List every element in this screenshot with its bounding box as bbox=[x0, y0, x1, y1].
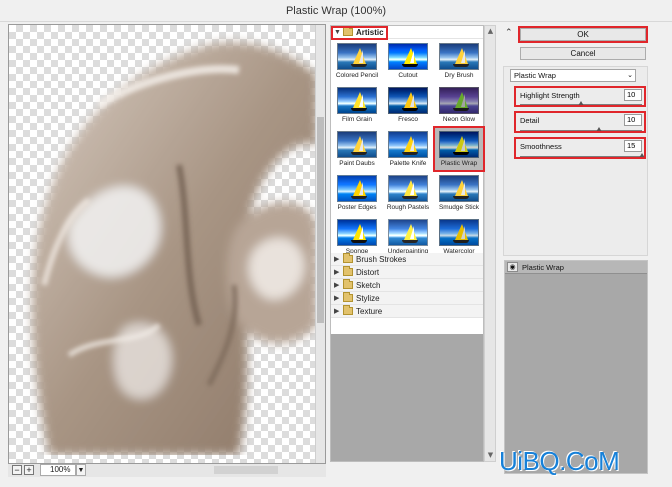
highlight-param-box bbox=[514, 137, 646, 159]
effect-layer-name: Plastic Wrap bbox=[522, 263, 564, 272]
window-title: Plastic Wrap (100%) bbox=[0, 0, 672, 22]
filter-gallery: ▼ Artistic Colored Pencil Cutout Dry Bru… bbox=[330, 25, 484, 462]
filter-thumb[interactable]: Film Grain bbox=[332, 84, 382, 128]
folder-icon bbox=[343, 292, 353, 302]
category-texture[interactable]: ▶ Texture bbox=[331, 305, 483, 318]
effect-layers-panel: ◉ Plastic Wrap bbox=[504, 260, 648, 474]
category-label: Texture bbox=[356, 306, 383, 316]
filter-preview-thumbnail bbox=[439, 43, 479, 70]
filter-preview-thumbnail bbox=[388, 43, 428, 70]
preview-status-bar: − + 100% ▼ bbox=[8, 464, 326, 477]
gallery-scrollbar[interactable]: ▲ ▼ bbox=[484, 25, 496, 462]
filter-thumb-label: Paint Daubs bbox=[339, 160, 375, 167]
preview-canvas[interactable] bbox=[8, 24, 326, 464]
filter-thumb[interactable]: Smudge Stick bbox=[434, 172, 483, 216]
folder-icon bbox=[343, 305, 353, 315]
filter-thumb[interactable]: Paint Daubs bbox=[332, 128, 382, 172]
highlight-param-box bbox=[514, 111, 646, 133]
highlight-param-box bbox=[514, 86, 646, 107]
folder-icon bbox=[343, 266, 353, 276]
chevron-right-icon: ▶ bbox=[334, 282, 340, 289]
preview-scroll-thumb[interactable] bbox=[317, 117, 324, 323]
filter-preview-thumbnail bbox=[388, 131, 428, 158]
filter-thumb-label: Poster Edges bbox=[337, 204, 377, 211]
filter-preview-thumbnail bbox=[388, 87, 428, 114]
filter-thumb-label: Smudge Stick bbox=[438, 204, 480, 211]
chevron-right-icon: ▶ bbox=[334, 269, 340, 276]
chevron-right-icon: ▶ bbox=[334, 256, 340, 263]
filter-thumb-label: Rough Pastels bbox=[386, 204, 430, 211]
watermark-logo: UiBQ.CoM bbox=[499, 446, 620, 476]
highlight-ok bbox=[518, 26, 648, 43]
filter-thumb[interactable]: Rough Pastels bbox=[383, 172, 433, 216]
filter-preview-thumbnail bbox=[388, 219, 428, 246]
chevron-down-icon: ⌄ bbox=[627, 72, 633, 79]
filter-thumb-label: Palette Knife bbox=[389, 160, 427, 167]
filter-thumb-label: Neon Glow bbox=[442, 116, 476, 123]
highlight-plastic-wrap bbox=[433, 126, 485, 172]
filter-thumb[interactable]: Cutout bbox=[383, 40, 433, 84]
filter-thumb-label: Dry Brush bbox=[444, 72, 474, 79]
filter-preview-thumbnail bbox=[337, 175, 377, 202]
category-stylize[interactable]: ▶ Stylize bbox=[331, 292, 483, 305]
eye-icon[interactable]: ◉ bbox=[507, 262, 518, 272]
scroll-up-icon[interactable]: ▲ bbox=[486, 27, 495, 36]
zoom-in-button[interactable]: + bbox=[24, 465, 34, 475]
highlight-artistic bbox=[331, 26, 388, 40]
category-label: Distort bbox=[356, 267, 380, 277]
filter-preview-thumbnail bbox=[439, 219, 479, 246]
chevron-down-icon[interactable]: ▼ bbox=[76, 464, 86, 476]
folder-icon bbox=[343, 253, 353, 263]
scroll-down-icon[interactable]: ▼ bbox=[486, 451, 495, 460]
filter-select-value: Plastic Wrap bbox=[514, 71, 556, 80]
preview-image bbox=[32, 42, 317, 455]
preview-horizontal-scroll-thumb[interactable] bbox=[214, 466, 278, 474]
filter-thumb[interactable]: Neon Glow bbox=[434, 84, 483, 128]
filter-thumb[interactable]: Colored Pencil bbox=[332, 40, 382, 84]
category-sketch[interactable]: ▶ Sketch bbox=[331, 279, 483, 292]
zoom-out-button[interactable]: − bbox=[12, 465, 22, 475]
category-label: Stylize bbox=[356, 293, 380, 303]
category-distort[interactable]: ▶ Distort bbox=[331, 266, 483, 279]
filter-thumb[interactable]: Palette Knife bbox=[383, 128, 433, 172]
filter-preview-thumbnail bbox=[439, 175, 479, 202]
filter-thumb-label: Film Grain bbox=[342, 116, 372, 123]
filter-preview-thumbnail bbox=[337, 43, 377, 70]
chevron-right-icon: ▶ bbox=[334, 295, 340, 302]
filter-thumb-label: Fresco bbox=[398, 116, 418, 123]
filter-thumb-label: Cutout bbox=[398, 72, 418, 79]
collapse-icon[interactable]: ⌃ bbox=[505, 28, 513, 38]
folder-icon bbox=[343, 279, 353, 289]
filter-thumb[interactable]: Poster Edges bbox=[332, 172, 382, 216]
gallery-empty-area bbox=[331, 334, 483, 461]
filter-preview-thumbnail bbox=[337, 87, 377, 114]
category-label: Sketch bbox=[356, 280, 381, 290]
filter-preview-thumbnail bbox=[439, 87, 479, 114]
filter-preview-thumbnail bbox=[337, 219, 377, 246]
category-label: Brush Strokes bbox=[356, 254, 407, 264]
effect-layer-row[interactable]: ◉ Plastic Wrap bbox=[505, 261, 647, 274]
zoom-level[interactable]: 100% bbox=[40, 464, 76, 476]
filter-thumb[interactable]: Fresco bbox=[383, 84, 433, 128]
filter-preview-thumbnail bbox=[337, 131, 377, 158]
filter-thumb-label: Colored Pencil bbox=[335, 72, 379, 79]
preview-vertical-scrollbar[interactable] bbox=[315, 25, 325, 463]
category-brush-strokes[interactable]: ▶ Brush Strokes bbox=[331, 253, 483, 266]
filter-select[interactable]: Plastic Wrap ⌄ bbox=[510, 69, 636, 82]
filter-thumb[interactable]: Dry Brush bbox=[434, 40, 483, 84]
chevron-right-icon: ▶ bbox=[334, 308, 340, 315]
cancel-button[interactable]: Cancel bbox=[520, 47, 646, 60]
filter-preview-thumbnail bbox=[388, 175, 428, 202]
